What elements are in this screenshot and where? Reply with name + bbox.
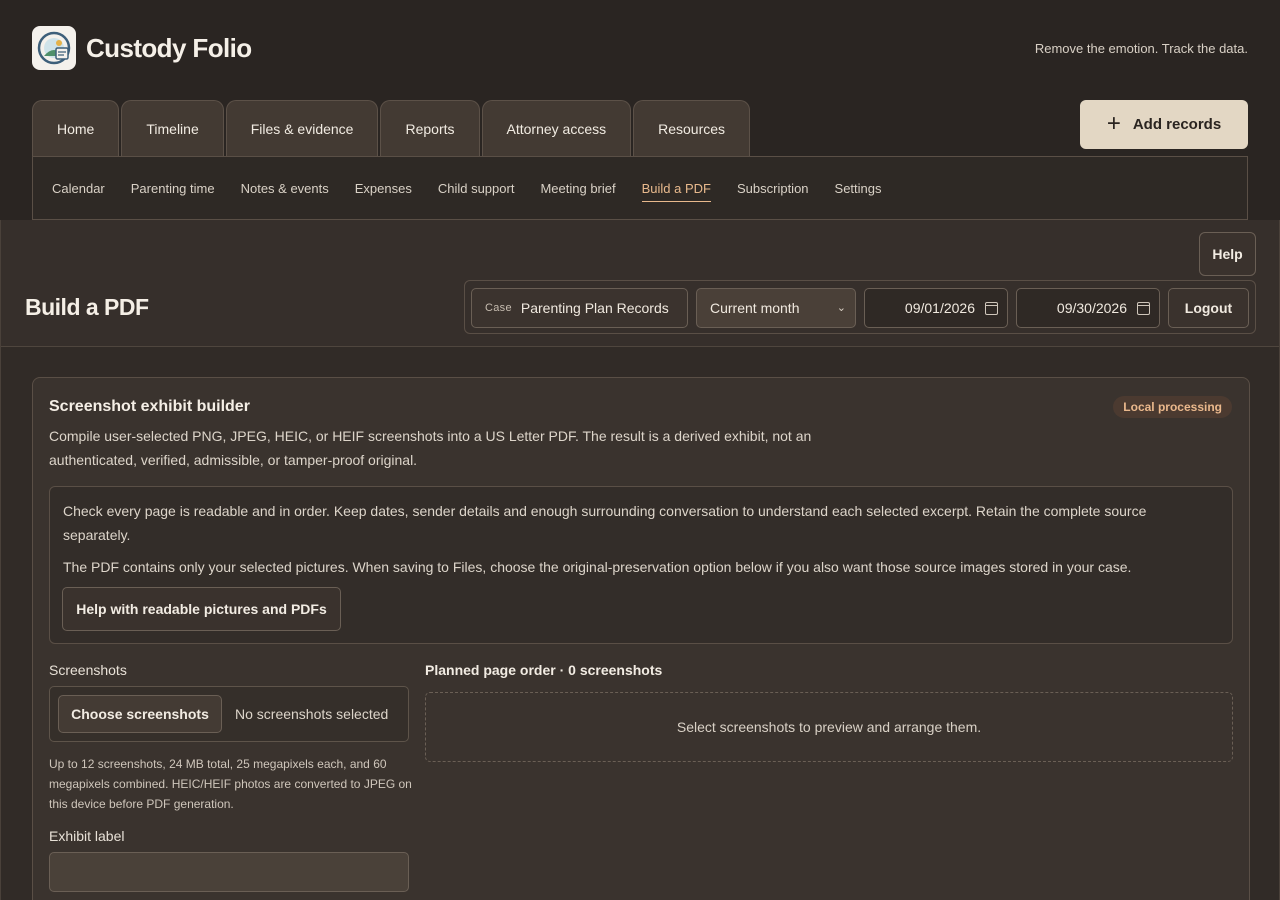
calendar-icon[interactable] xyxy=(1137,301,1150,315)
chevron-down-icon: ⌄ xyxy=(836,302,846,314)
notice-paragraph-1: Check every page is readable and in orde… xyxy=(63,503,1147,543)
subnav-calendar[interactable]: Calendar xyxy=(52,181,105,196)
help-pictures-button[interactable]: Help with readable pictures and PDFs xyxy=(62,587,341,631)
page-order-dropzone[interactable]: Select screenshots to preview and arrang… xyxy=(425,692,1233,762)
page-order-heading: Planned page order · 0 screenshots xyxy=(425,662,663,678)
page-title: Build a PDF xyxy=(25,294,149,320)
file-selection-status: No screenshots selected xyxy=(235,706,389,722)
guidance-notice: Check every page is readable and in orde… xyxy=(49,486,1233,644)
add-records-label: Add records xyxy=(1132,116,1222,133)
card-title: Screenshot exhibit builder xyxy=(49,398,250,415)
end-date-value: 09/30/2026 xyxy=(1056,300,1127,316)
add-records-button[interactable]: + Add records xyxy=(1080,100,1248,149)
screenshot-exhibit-builder: Screenshot exhibit builder Local process… xyxy=(32,377,1250,900)
app-title: Custody Folio xyxy=(86,33,252,63)
card-description: Compile user-selected PNG, JPEG, HEIC, o… xyxy=(49,428,812,468)
logout-button[interactable]: Logout xyxy=(1168,288,1249,328)
exhibit-label-caption: Exhibit label xyxy=(49,828,125,844)
tab-resources[interactable]: Resources xyxy=(633,100,751,156)
main-tabs: Home Timeline Files & evidence Reports A… xyxy=(32,100,752,156)
subnav-expenses[interactable]: Expenses xyxy=(355,181,412,196)
choose-screenshots-button[interactable]: Choose screenshots xyxy=(58,695,222,733)
status-badge: Local processing xyxy=(1113,396,1232,418)
app-header: Custody Folio Remove the emotion. Track … xyxy=(0,0,1280,96)
subnav-child-support[interactable]: Child support xyxy=(438,181,515,196)
page-order-empty-text: Select screenshots to preview and arrang… xyxy=(676,719,982,735)
subnav-parenting-time[interactable]: Parenting time xyxy=(131,181,215,196)
date-range-select[interactable]: Current month ⌄ xyxy=(696,288,856,328)
plus-icon: + xyxy=(1106,109,1121,137)
case-controls: Case Parenting Plan Records Current mont… xyxy=(464,280,1256,334)
page-header: Help Build a PDF Case Parenting Plan Rec… xyxy=(1,220,1279,347)
help-button[interactable]: Help xyxy=(1199,232,1256,276)
case-value: Parenting Plan Records xyxy=(520,300,669,316)
upload-limits-text: Up to 12 screenshots, 24 MB total, 25 me… xyxy=(49,757,412,811)
date-range-value: Current month xyxy=(710,300,800,316)
calendar-icon[interactable] xyxy=(985,301,998,315)
tab-timeline[interactable]: Timeline xyxy=(121,100,224,156)
screenshot-file-input[interactable]: Choose screenshots No screenshots select… xyxy=(49,686,409,742)
subnav-subscription[interactable]: Subscription xyxy=(737,181,809,196)
case-selector[interactable]: Case Parenting Plan Records xyxy=(471,288,688,328)
subnav-settings[interactable]: Settings xyxy=(835,181,882,196)
sub-nav: Calendar Parenting time Notes & events E… xyxy=(32,156,1248,220)
tab-files-evidence[interactable]: Files & evidence xyxy=(225,100,379,156)
notice-paragraph-2: The PDF contains only your selected pict… xyxy=(63,559,1132,575)
app-logo-icon[interactable] xyxy=(32,26,76,70)
tab-reports[interactable]: Reports xyxy=(380,100,480,156)
tab-home[interactable]: Home xyxy=(32,100,120,156)
screenshots-label: Screenshots xyxy=(49,662,127,678)
exhibit-label-input[interactable] xyxy=(49,852,409,892)
subnav-meeting-brief[interactable]: Meeting brief xyxy=(540,181,615,196)
tab-attorney-access[interactable]: Attorney access xyxy=(481,100,632,156)
start-date-value: 09/01/2026 xyxy=(904,300,975,316)
app-tagline: Remove the emotion. Track the data. xyxy=(1034,41,1248,56)
end-date-input[interactable]: 09/30/2026 xyxy=(1016,288,1160,328)
case-key-label: Case xyxy=(485,302,512,314)
subnav-build-a-pdf[interactable]: Build a PDF xyxy=(641,181,712,202)
page-content: Help Build a PDF Case Parenting Plan Rec… xyxy=(0,220,1280,900)
start-date-input[interactable]: 09/01/2026 xyxy=(864,288,1008,328)
subnav-notes-events[interactable]: Notes & events xyxy=(241,181,329,196)
